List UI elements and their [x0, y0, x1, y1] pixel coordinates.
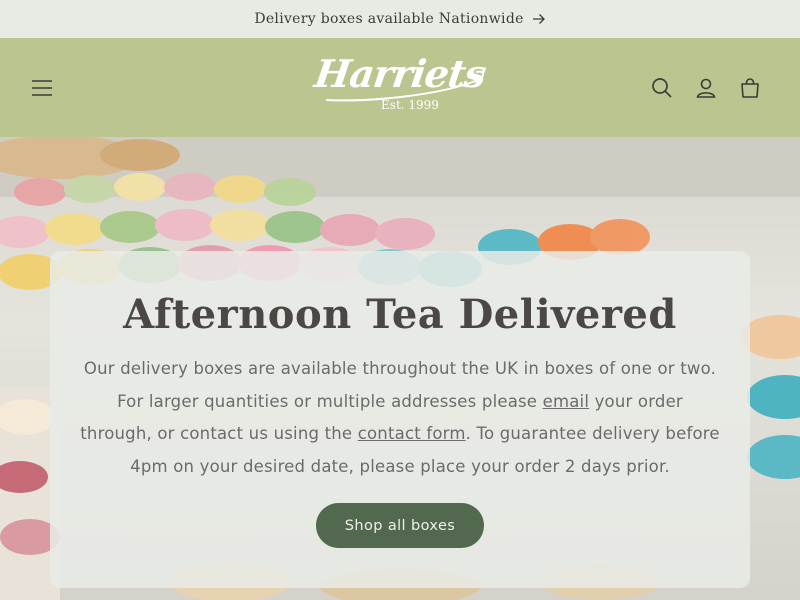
- site-logo[interactable]: Harriets Est. 1999: [300, 51, 500, 124]
- email-link[interactable]: email: [543, 392, 590, 411]
- arrow-right-icon: [532, 14, 545, 24]
- contact-form-link[interactable]: contact form: [358, 424, 466, 443]
- hero-content-card: Afternoon Tea Delivered Our delivery box…: [50, 251, 750, 588]
- hero-description: Our delivery boxes are available through…: [80, 353, 720, 483]
- hero-banner: Afternoon Tea Delivered Our delivery box…: [0, 137, 800, 600]
- hero-title: Afternoon Tea Delivered: [123, 291, 677, 338]
- announcement-bar[interactable]: Delivery boxes available Nationwide: [0, 0, 800, 38]
- menu-icon[interactable]: [26, 38, 58, 137]
- account-icon[interactable]: [690, 38, 722, 137]
- announcement-text[interactable]: Delivery boxes available Nationwide: [254, 11, 523, 27]
- logo-wordmark: Harriets: [311, 51, 489, 96]
- site-header: Harriets Est. 1999: [0, 38, 800, 137]
- search-icon[interactable]: [646, 38, 678, 137]
- shop-all-boxes-button[interactable]: Shop all boxes: [316, 503, 484, 548]
- cart-icon[interactable]: [734, 38, 766, 137]
